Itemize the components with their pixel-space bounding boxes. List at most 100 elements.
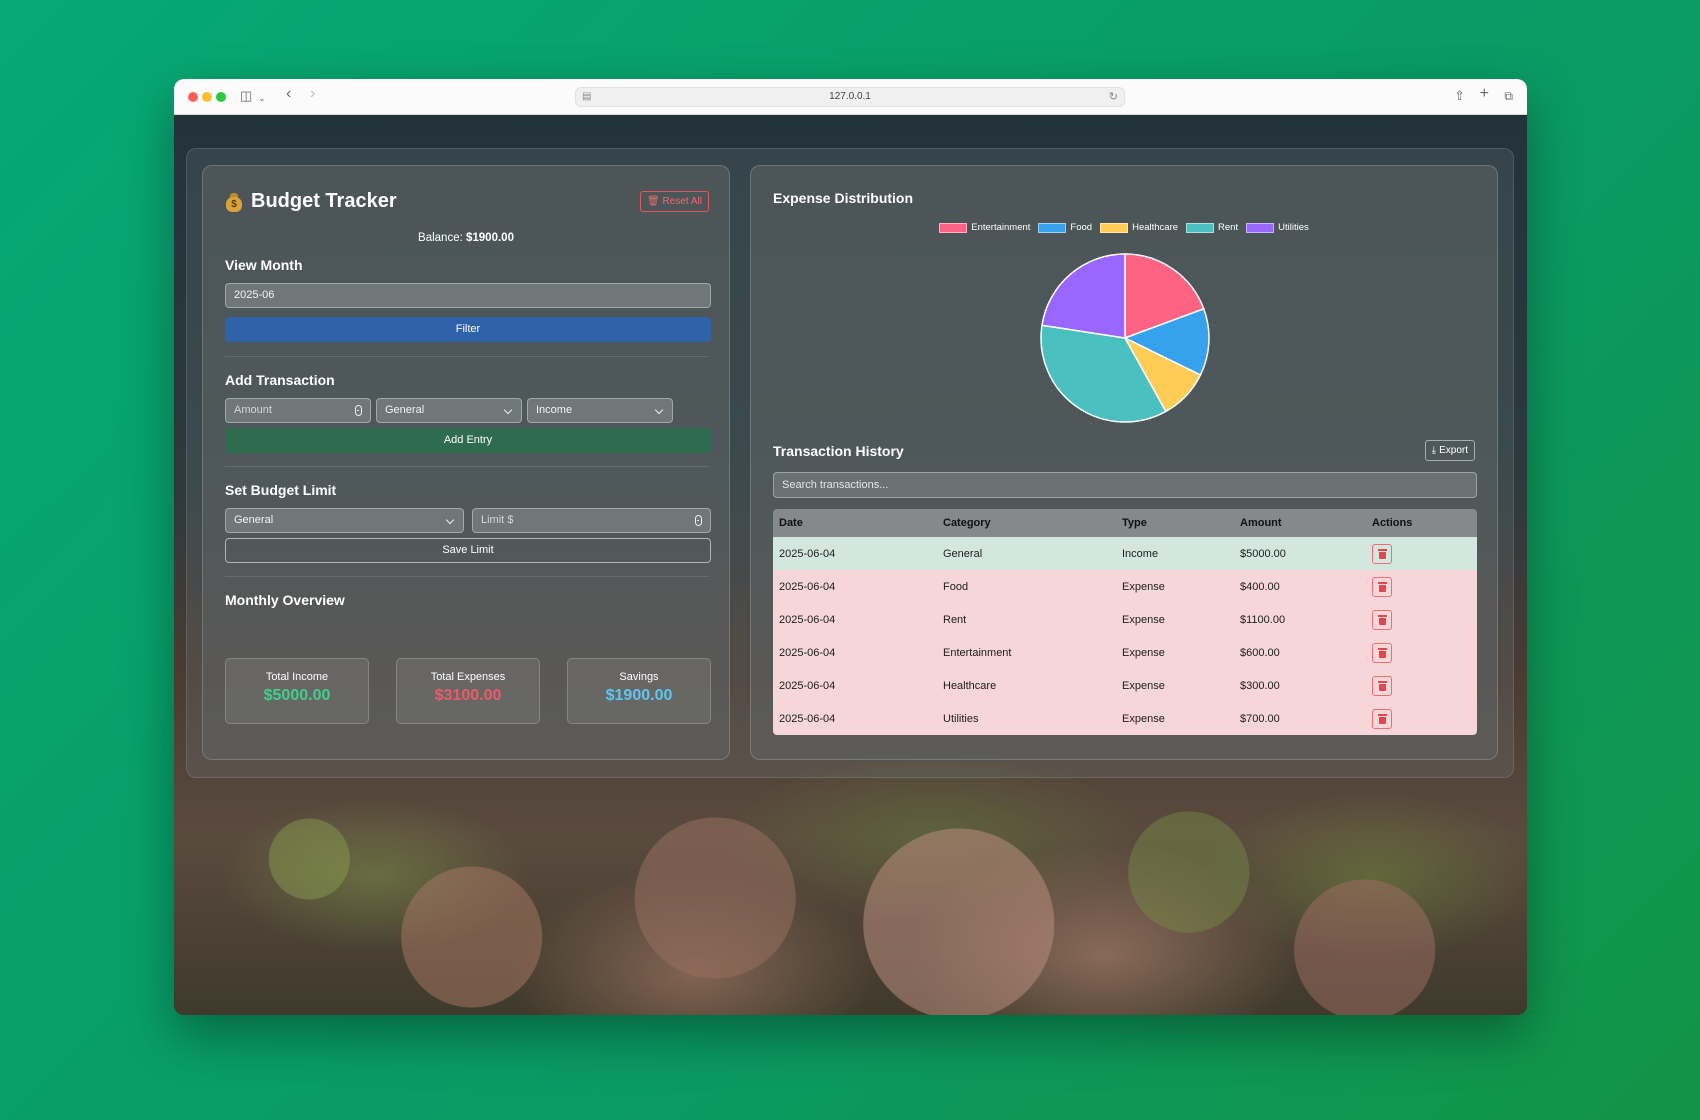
column-header-date: Date	[779, 517, 803, 529]
zoom-window-button[interactable]	[216, 92, 226, 102]
delete-button[interactable]	[1372, 576, 1392, 597]
cell-category: Entertainment	[943, 646, 1012, 659]
legend-item[interactable]: Utilities	[1246, 222, 1309, 233]
cell-date: 2025-06-04	[779, 679, 836, 692]
legend-label: Entertainment	[971, 222, 1031, 233]
sidebar-toggle-icon[interactable]: ◫	[240, 88, 252, 104]
download-icon: ⤓	[1431, 445, 1437, 456]
save-limit-button[interactable]: Save Limit	[225, 538, 711, 563]
total-income-value: $5000.00	[263, 687, 331, 704]
cell-category: Rent	[943, 613, 967, 626]
new-tab-icon[interactable]: +	[1480, 86, 1489, 102]
number-stepper-icon[interactable]	[695, 515, 702, 526]
cell-amount: $700.00	[1240, 712, 1280, 725]
table-row: 2025-06-04 Food Expense $400.00	[773, 570, 1477, 603]
legend-item[interactable]: Healthcare	[1100, 222, 1178, 233]
trash-icon: 🗑	[647, 196, 660, 207]
trash-icon	[1378, 647, 1387, 658]
tabs-overview-icon[interactable]: ⧉	[1504, 88, 1513, 104]
legend-item[interactable]: Rent	[1186, 222, 1238, 233]
browser-titlebar: ◫ ⌄ ‹ › ▤ 127.0.0.1 ↻ ⇧ + ⧉	[174, 79, 1527, 115]
forward-icon[interactable]: ›	[310, 86, 315, 102]
chevron-down-icon	[445, 515, 455, 525]
limit-amount-input[interactable]: Limit $	[472, 508, 711, 533]
table-row: 2025-06-04 Rent Expense $1100.00	[773, 603, 1477, 636]
cell-category: Utilities	[943, 712, 979, 725]
delete-button[interactable]	[1372, 609, 1392, 630]
address-bar[interactable]: ▤ 127.0.0.1 ↻	[575, 87, 1125, 107]
balance-label: Balance:	[418, 232, 463, 244]
legend-label: Rent	[1218, 222, 1239, 233]
total-expenses-card: Total Expenses $3100.00	[396, 658, 540, 724]
column-header-amount: Amount	[1240, 517, 1282, 529]
minimize-window-button[interactable]	[202, 92, 212, 102]
share-icon[interactable]: ⇧	[1454, 88, 1465, 104]
balance-display: Balance: $1900.00	[203, 232, 729, 244]
filter-button[interactable]: Filter	[225, 317, 711, 342]
category-select[interactable]: General	[376, 398, 522, 423]
chevron-down-icon	[654, 405, 664, 415]
table-row: 2025-06-04 General Income $5000.00	[773, 537, 1477, 570]
table-header-row: Date Category Type Amount Actions	[773, 509, 1477, 537]
cell-date: 2025-06-04	[779, 712, 836, 725]
category-select-value: General	[385, 404, 425, 416]
limit-category-select[interactable]: General	[225, 508, 464, 533]
add-entry-button[interactable]: Add Entry	[225, 428, 711, 453]
limit-category-value: General	[234, 514, 274, 526]
delete-button[interactable]	[1372, 543, 1392, 564]
search-input[interactable]: Search transactions...	[773, 472, 1477, 498]
url-text: 127.0.0.1	[829, 91, 871, 102]
amount-placeholder: Amount	[234, 404, 272, 416]
set-budget-limit-title: Set Budget Limit	[225, 482, 337, 498]
cell-actions	[1366, 603, 1477, 636]
trash-icon	[1378, 614, 1387, 625]
trash-icon	[1378, 548, 1387, 559]
cell-amount: $5000.00	[1240, 547, 1286, 560]
cell-date: 2025-06-04	[779, 613, 836, 626]
search-placeholder: Search transactions...	[782, 479, 889, 491]
column-header-category: Category	[943, 517, 991, 529]
legend-item[interactable]: Entertainment	[939, 222, 1030, 233]
divider	[225, 356, 709, 357]
balance-value: $1900.00	[466, 232, 514, 244]
number-stepper-icon[interactable]	[355, 405, 362, 416]
total-expenses-value: $3100.00	[434, 687, 502, 704]
month-input[interactable]: 2025-06	[225, 283, 711, 308]
cell-category: Healthcare	[943, 679, 997, 692]
chart-legend: Entertainment Food Healthcare Rent Utilities	[751, 222, 1497, 233]
reset-all-button[interactable]: 🗑 Reset All	[640, 191, 709, 212]
type-select-value: Income	[536, 404, 573, 416]
cell-type: Expense	[1122, 580, 1165, 593]
delete-button[interactable]	[1372, 642, 1392, 663]
back-icon[interactable]: ‹	[286, 86, 291, 102]
savings-label: Savings	[619, 671, 659, 683]
cell-actions	[1366, 702, 1477, 735]
legend-label: Food	[1070, 222, 1093, 233]
trash-icon	[1378, 713, 1387, 724]
delete-button[interactable]	[1372, 675, 1392, 696]
chart-title: Expense Distribution	[773, 190, 914, 206]
pie-slice-utilities[interactable]	[1041, 253, 1126, 339]
export-label: Export	[1439, 445, 1468, 456]
type-select[interactable]: Income	[527, 398, 673, 423]
trash-icon	[1378, 680, 1387, 691]
reload-icon[interactable]: ↻	[1109, 88, 1118, 106]
transaction-table: Date Category Type Amount Actions 2025-0…	[773, 509, 1477, 735]
chart-history-panel: Expense Distribution Entertainment Food He…	[750, 165, 1498, 760]
trash-icon	[1378, 581, 1387, 592]
add-transaction-title: Add Transaction	[225, 372, 335, 388]
table-row: 2025-06-04 Entertainment Expense $600.00	[773, 636, 1477, 669]
amount-input[interactable]: Amount	[225, 398, 371, 423]
cell-actions	[1366, 570, 1477, 603]
cell-category: General	[943, 547, 983, 560]
cell-type: Expense	[1122, 712, 1165, 725]
cell-amount: $300.00	[1240, 679, 1280, 692]
divider	[225, 576, 709, 577]
delete-button[interactable]	[1372, 708, 1392, 729]
close-window-button[interactable]	[188, 92, 198, 102]
cell-category: Food	[943, 580, 969, 593]
legend-item[interactable]: Food	[1038, 222, 1092, 233]
chevron-down-icon[interactable]: ⌄	[258, 90, 266, 106]
money-bag-icon: $	[225, 192, 243, 212]
export-button[interactable]: ⤓ Export	[1424, 440, 1475, 461]
